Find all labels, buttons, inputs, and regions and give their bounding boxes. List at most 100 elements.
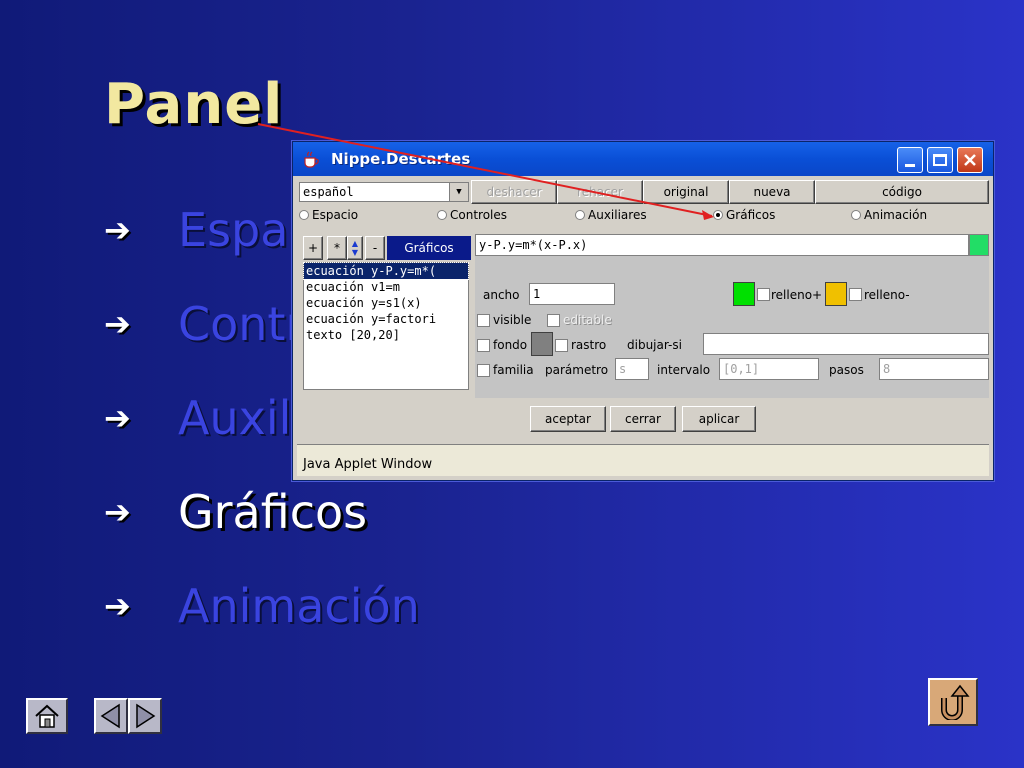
- editable-label: editable: [563, 313, 612, 327]
- toolbar: español ▼ deshacer rehacer original nuev…: [297, 180, 991, 204]
- window-titlebar[interactable]: Nippe.Descartes: [293, 142, 993, 176]
- window-title: Nippe.Descartes: [331, 150, 471, 168]
- tab-label: Animación: [864, 208, 928, 222]
- parametro-label: parámetro: [545, 363, 609, 377]
- remove-item-button[interactable]: -: [365, 236, 385, 260]
- list-item[interactable]: ecuación y-P.y=m*(: [303, 262, 469, 280]
- relleno-plus-label: relleno+: [771, 288, 823, 302]
- home-icon: [35, 704, 59, 728]
- redo-button[interactable]: rehacer: [557, 180, 643, 204]
- dibujar-si-label: dibujar-si: [627, 338, 682, 352]
- ancho-field[interactable]: 1: [529, 283, 615, 305]
- parametro-field[interactable]: s: [615, 358, 649, 380]
- close-icon: [964, 154, 976, 166]
- fondo-color-swatch[interactable]: [531, 332, 553, 356]
- language-select[interactable]: español ▼: [299, 182, 469, 202]
- code-button[interactable]: código: [815, 180, 989, 204]
- minimize-button[interactable]: [897, 147, 923, 173]
- graphic-properties: y-P.y=m*(x-P.x) ancho 1 relleno+ relleno…: [475, 234, 989, 398]
- chevron-down-icon[interactable]: ▼: [449, 183, 468, 201]
- graphics-list-panel: + * ▲ ▼ - Gráficos ecuación y-P.y=m*( ec…: [301, 236, 471, 392]
- expression-field[interactable]: y-P.y=m*(x-P.x): [475, 234, 969, 256]
- intervalo-field[interactable]: [0,1]: [719, 358, 819, 380]
- dialog-buttons: aceptar cerrar aplicar: [293, 400, 993, 440]
- familia-label: familia: [493, 363, 534, 377]
- fondo-checkbox[interactable]: [477, 339, 490, 352]
- duplicate-item-button[interactable]: *: [327, 236, 347, 260]
- ancho-label: ancho: [483, 288, 520, 302]
- relleno-plus-swatch[interactable]: [733, 282, 755, 306]
- arrow-right-icon: ➔: [104, 211, 131, 249]
- fondo-label: fondo: [493, 338, 528, 352]
- tab-auxiliares[interactable]: Auxiliares: [575, 208, 647, 222]
- next-icon: [136, 703, 156, 729]
- graphics-list[interactable]: ecuación y-P.y=m*( ecuación v1=m ecuació…: [303, 262, 469, 390]
- next-slide-button[interactable]: [128, 698, 162, 734]
- new-button[interactable]: nueva: [729, 180, 815, 204]
- bullet-label: Gráficos: [178, 485, 368, 539]
- intervalo-label: intervalo: [657, 363, 711, 377]
- relleno-minus-label: relleno-: [864, 288, 910, 302]
- maximize-icon: [933, 154, 947, 166]
- relleno-plus-checkbox[interactable]: [757, 288, 770, 301]
- original-button[interactable]: original: [643, 180, 729, 204]
- rastro-checkbox[interactable]: [555, 339, 568, 352]
- radio-icon: [575, 210, 585, 220]
- bullet-animacion[interactable]: ➔ Animación: [104, 576, 420, 636]
- radio-icon: [437, 210, 447, 220]
- undo-button[interactable]: deshacer: [471, 180, 557, 204]
- return-button[interactable]: [928, 678, 978, 726]
- add-item-button[interactable]: +: [303, 236, 323, 260]
- relleno-minus-swatch[interactable]: [825, 282, 847, 306]
- return-icon: [941, 684, 970, 720]
- relleno-minus-checkbox[interactable]: [849, 288, 862, 301]
- applet-status-bar: Java Applet Window: [297, 444, 989, 476]
- tab-espacio[interactable]: Espacio: [299, 208, 358, 222]
- maximize-button[interactable]: [927, 147, 953, 173]
- list-item[interactable]: ecuación v1=m: [304, 279, 468, 295]
- tab-controles[interactable]: Controles: [437, 208, 507, 222]
- previous-slide-button[interactable]: [94, 698, 128, 734]
- bullet-graficos[interactable]: ➔ Gráficos: [104, 482, 367, 542]
- tab-animacion[interactable]: Animación: [851, 208, 927, 222]
- move-item-stepper[interactable]: ▲ ▼: [347, 236, 363, 260]
- bullet-label: Animación: [178, 579, 420, 633]
- dibujar-si-field[interactable]: [703, 333, 989, 355]
- apply-button[interactable]: aplicar: [682, 406, 756, 432]
- tab-graficos[interactable]: Gráficos: [713, 208, 775, 222]
- tab-label: Controles: [450, 208, 508, 222]
- language-value: español: [303, 185, 354, 199]
- slide-title: Panel: [104, 72, 284, 137]
- prev-icon: [100, 703, 120, 729]
- editable-checkbox[interactable]: [547, 314, 560, 327]
- expression-color-swatch[interactable]: [969, 234, 989, 256]
- pasos-field[interactable]: 8: [879, 358, 989, 380]
- arrow-right-icon: ➔: [104, 305, 131, 343]
- list-header: Gráficos: [387, 236, 471, 260]
- visible-checkbox[interactable]: [477, 314, 490, 327]
- arrow-down-icon[interactable]: ▼: [352, 248, 358, 257]
- list-item[interactable]: ecuación y=s1(x): [304, 295, 468, 311]
- pasos-label: pasos: [829, 363, 864, 377]
- visible-label: visible: [493, 313, 532, 327]
- home-button[interactable]: [26, 698, 68, 734]
- arrow-up-icon[interactable]: ▲: [352, 239, 358, 248]
- radio-icon: [851, 210, 861, 220]
- accept-button[interactable]: aceptar: [530, 406, 606, 432]
- arrow-right-icon: ➔: [104, 587, 131, 625]
- section-tabs: Espacio Controles Auxiliares Gráficos An…: [299, 208, 989, 228]
- minimize-icon: [905, 163, 915, 167]
- tab-label: Auxiliares: [588, 208, 647, 222]
- applet-window: Nippe.Descartes español ▼ deshacer rehac…: [292, 141, 994, 481]
- close-window-button[interactable]: [957, 147, 983, 173]
- java-cup-icon: [304, 151, 319, 168]
- list-item[interactable]: texto [20,20]: [304, 327, 468, 343]
- radio-icon: [299, 210, 309, 220]
- familia-checkbox[interactable]: [477, 364, 490, 377]
- tab-label: Gráficos: [726, 208, 776, 222]
- list-item[interactable]: ecuación y=factori: [304, 311, 468, 327]
- close-button[interactable]: cerrar: [610, 406, 676, 432]
- radio-selected-icon: [713, 210, 723, 220]
- rastro-label: rastro: [571, 338, 607, 352]
- arrow-right-icon: ➔: [104, 493, 131, 531]
